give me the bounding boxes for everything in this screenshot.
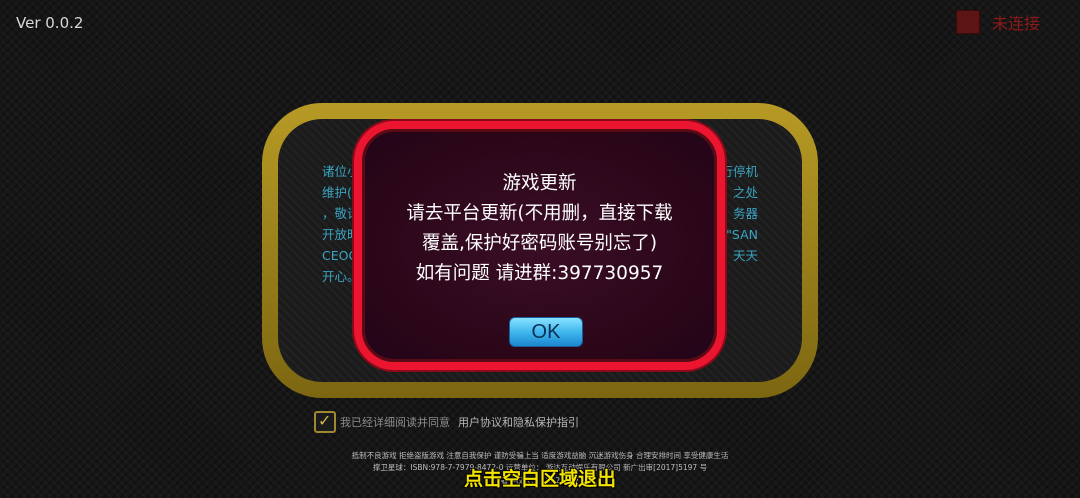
ok-button[interactable]: OK xyxy=(509,317,583,347)
connection-status-text: 未连接 xyxy=(991,14,1040,33)
footer-line: 抵制不良游戏 拒绝盗版游戏 注意自我保护 谨防受骗上当 适度游戏益脑 沉迷游戏伤… xyxy=(351,451,729,460)
flag-icon xyxy=(955,10,980,34)
update-dialog: 游戏更新 请去平台更新(不用删，直接下载 覆盖,保护好密码账号别忘了) 如有问题… xyxy=(354,121,725,370)
dialog-line: 请去平台更新(不用删，直接下载 xyxy=(406,203,673,224)
agreement-row: ✓ 我已经详细阅读并同意 用户协议和隐私保护指引 xyxy=(314,411,579,433)
connection-status: 未连接 xyxy=(955,10,1040,34)
version-label: Ver 0.0.2 xyxy=(16,14,84,32)
agreement-link[interactable]: 用户协议和隐私保护指引 xyxy=(458,414,579,430)
agreement-checkbox[interactable]: ✓ xyxy=(314,411,336,433)
exit-hint[interactable]: 点击空白区域退出 xyxy=(0,464,1080,491)
dialog-message: 游戏更新 请去平台更新(不用删，直接下载 覆盖,保护好密码账号别忘了) 如有问题… xyxy=(362,169,717,289)
checkmark-icon: ✓ xyxy=(318,411,332,430)
dialog-line: 如有问题 请进群:397730957 xyxy=(415,263,664,284)
dialog-line: 覆盖,保护好密码账号别忘了) xyxy=(421,233,658,254)
agreement-text: 我已经详细阅读并同意 xyxy=(340,416,450,429)
dialog-title: 游戏更新 xyxy=(502,173,577,194)
